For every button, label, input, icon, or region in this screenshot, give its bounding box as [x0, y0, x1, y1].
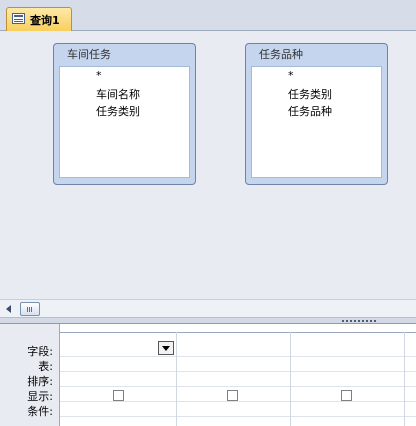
query-table-icon	[12, 13, 25, 24]
document-tab-strip: 查询1	[0, 0, 416, 31]
grid-row-line	[60, 416, 416, 417]
field-item[interactable]: 任务品种	[288, 103, 332, 119]
splitter-grip-icon[interactable]	[342, 320, 376, 322]
query-design-area[interactable]: 车间任务 * 车间名称 任务类别 任务品种 * 任务类别 任务品种	[0, 31, 416, 299]
horizontal-scrollbar[interactable]	[0, 299, 416, 317]
tab-label: 查询1	[30, 14, 60, 27]
show-checkbox[interactable]	[227, 390, 238, 401]
grid-row-line	[60, 371, 416, 372]
grid-row-line	[60, 356, 416, 357]
field-list-body: * 任务类别 任务品种	[251, 66, 382, 178]
row-label-table: 表:	[38, 360, 53, 373]
grid-column-divider[interactable]	[404, 332, 405, 426]
scroll-left-arrow-icon[interactable]	[4, 303, 14, 315]
field-item-all[interactable]: *	[96, 69, 102, 82]
row-label-sort: 排序:	[27, 375, 53, 388]
grid-row-line	[60, 386, 416, 387]
show-checkbox[interactable]	[341, 390, 352, 401]
grid-column-divider[interactable]	[290, 332, 291, 426]
row-headers: 字段: 表: 排序: 显示: 条件:	[0, 324, 60, 426]
field-item[interactable]: 任务类别	[288, 86, 332, 102]
field-item[interactable]: 车间名称	[96, 86, 140, 102]
row-label-criteria: 条件:	[27, 405, 53, 418]
row-label-field: 字段:	[27, 345, 53, 358]
field-list-body: * 车间名称 任务类别	[59, 66, 190, 178]
field-list-title[interactable]: 车间任务	[54, 44, 195, 66]
field-item[interactable]: 任务类别	[96, 103, 140, 119]
grid-column-divider[interactable]	[176, 332, 177, 426]
tab-query1[interactable]: 查询1	[6, 7, 72, 31]
field-list-workshop-tasks[interactable]: 车间任务 * 车间名称 任务类别	[53, 43, 196, 185]
row-label-show: 显示:	[27, 390, 53, 403]
show-checkbox[interactable]	[113, 390, 124, 401]
field-list-task-varieties[interactable]: 任务品种 * 任务类别 任务品种	[245, 43, 388, 185]
design-grid[interactable]: 字段: 表: 排序: 显示: 条件:	[0, 324, 416, 426]
scroll-thumb[interactable]	[20, 302, 40, 316]
grid-top-border	[60, 332, 416, 333]
pane-splitter[interactable]	[0, 317, 416, 324]
field-list-title[interactable]: 任务品种	[246, 44, 387, 66]
grid-row-line	[60, 401, 416, 402]
field-item-all[interactable]: *	[288, 69, 294, 82]
field-dropdown-arrow-icon[interactable]	[158, 341, 174, 355]
